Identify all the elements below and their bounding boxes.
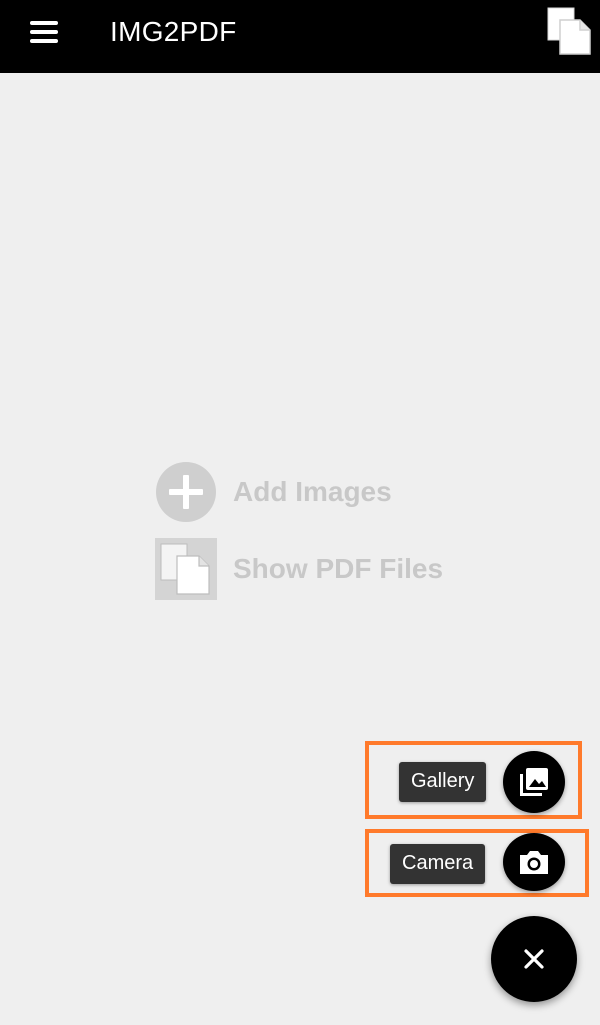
hamburger-menu-icon (30, 21, 58, 43)
menu-button[interactable] (26, 14, 62, 50)
gallery-label-chip[interactable]: Gallery (399, 762, 487, 802)
gallery-action: Gallery (365, 741, 582, 819)
camera-label-chip[interactable]: Camera (390, 844, 486, 884)
app-screen: IMG2PDF Add Images Show PDF Files Galler… (0, 0, 600, 1025)
camera-action: Camera (365, 829, 589, 897)
add-circle-icon (156, 462, 216, 522)
gallery-fab-button[interactable] (503, 751, 565, 813)
copy-files-icon (547, 7, 591, 55)
toolbar: IMG2PDF (0, 0, 600, 73)
show-pdf-files-label: Show PDF Files (233, 553, 444, 584)
files-button[interactable] (544, 6, 592, 56)
add-images-item[interactable]: Add Images (155, 461, 392, 523)
camera-fab-button[interactable] (503, 833, 565, 891)
close-icon (524, 949, 544, 969)
close-fab-button[interactable] (491, 916, 577, 1002)
files-icon (155, 538, 217, 600)
app-title: IMG2PDF (110, 16, 237, 47)
show-pdf-files-item[interactable]: Show PDF Files (155, 538, 443, 600)
add-images-label: Add Images (233, 476, 392, 507)
photo-library-icon (520, 768, 548, 796)
camera-icon (520, 851, 548, 874)
